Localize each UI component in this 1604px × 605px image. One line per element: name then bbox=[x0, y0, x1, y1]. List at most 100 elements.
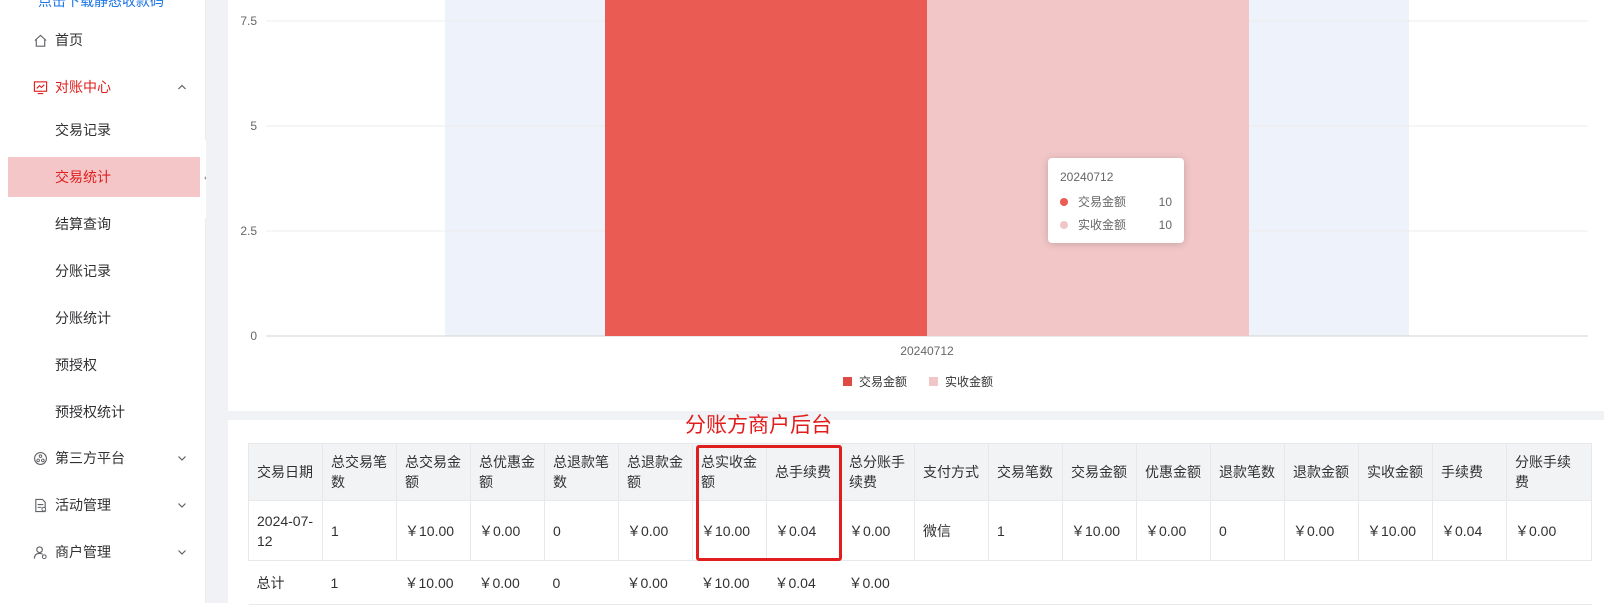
chevron-down-icon bbox=[176, 545, 188, 557]
total-cell bbox=[988, 560, 1063, 605]
tooltip-series-name: 实收金额 bbox=[1078, 218, 1127, 232]
menu-activity[interactable]: 活动管理 bbox=[8, 485, 206, 525]
legend-item[interactable]: 交易金额 bbox=[843, 373, 907, 390]
menu-merchant[interactable]: 商户管理 bbox=[8, 532, 206, 572]
total-cell: ￥0.00 bbox=[618, 560, 693, 605]
menu-merchant-label: 商户管理 bbox=[55, 544, 111, 560]
table-header-row: 交易日期 总交易笔数 总交易金额 总优惠金额 总退款笔数 总退款金额 总实收金额 总手续费 总分… bbox=[248, 443, 1592, 501]
table-cell: ￥0.00 bbox=[1284, 500, 1359, 561]
column-header: 总实收金额 bbox=[692, 443, 767, 501]
table-cell: ￥0.04 bbox=[766, 500, 841, 561]
table-cell: 1 bbox=[322, 500, 397, 561]
table-cell: 1 bbox=[988, 500, 1063, 561]
column-header: 总优惠金额 bbox=[470, 443, 545, 501]
table-cell: 0 bbox=[1210, 500, 1285, 561]
column-header: 总交易笔数 bbox=[322, 443, 397, 501]
column-header: 总手续费 bbox=[766, 443, 841, 501]
column-header: 交易金额 bbox=[1062, 443, 1137, 501]
chart-monitor-icon bbox=[32, 79, 48, 95]
chart-tooltip: 20240712 交易金额 10 实收金额 10 bbox=[1048, 158, 1184, 243]
column-header: 手续费 bbox=[1432, 443, 1507, 501]
legend-item[interactable]: 实收金额 bbox=[929, 373, 993, 390]
y-tick-label: 5 bbox=[250, 119, 257, 133]
column-header: 退款笔数 bbox=[1210, 443, 1285, 501]
sidebar-item-preauth[interactable]: 预授权 bbox=[8, 345, 206, 385]
table-total-row: 总计 1 ￥10.00 ￥0.00 0 ￥0.00 ￥10.00 ￥0.04 ￥0.00 bbox=[248, 560, 1592, 605]
table-cell: ￥0.00 bbox=[618, 500, 693, 561]
column-header: 总交易金额 bbox=[396, 443, 471, 501]
sidebar-item-transaction-records[interactable]: 交易记录 bbox=[8, 110, 206, 150]
sidebar-item-split-stats[interactable]: 分账统计 bbox=[8, 298, 206, 338]
total-cell bbox=[914, 560, 989, 605]
total-cell: 1 bbox=[322, 560, 397, 605]
series-dot-icon bbox=[1060, 220, 1068, 229]
column-header: 分账手续费 bbox=[1506, 443, 1592, 501]
total-cell bbox=[1506, 560, 1592, 605]
column-header: 优惠金额 bbox=[1136, 443, 1211, 501]
table-cell: ￥10.00 bbox=[1062, 500, 1137, 561]
total-cell: ￥10.00 bbox=[692, 560, 767, 605]
total-cell bbox=[1284, 560, 1359, 605]
legend-swatch bbox=[843, 377, 852, 386]
total-cell: ￥10.00 bbox=[396, 560, 471, 605]
menu-home[interactable]: 首页 bbox=[8, 20, 206, 60]
menu-third-party[interactable]: 第三方平台 bbox=[8, 438, 206, 478]
total-cell bbox=[1136, 560, 1211, 605]
total-cell bbox=[1210, 560, 1285, 605]
chevron-down-icon bbox=[176, 498, 188, 510]
sidebar-item-preauth-stats[interactable]: 预授权统计 bbox=[8, 392, 206, 432]
transaction-bar-chart: 0 2.5 5 7.5 20240712 bbox=[240, 0, 1588, 358]
total-cell: 0 bbox=[544, 560, 619, 605]
table-row: 2024-07-12 1 ￥10.00 ￥0.00 0 ￥0.00 ￥10.00 ￥0.04 ￥… bbox=[248, 500, 1592, 561]
menu-third-party-label: 第三方平台 bbox=[55, 450, 125, 466]
table-cell: ￥10.00 bbox=[396, 500, 471, 561]
total-cell bbox=[1062, 560, 1137, 605]
x-tick-label: 20240712 bbox=[900, 344, 954, 358]
total-cell: ￥0.04 bbox=[766, 560, 841, 605]
total-cell: ￥0.00 bbox=[470, 560, 545, 605]
stats-table: 交易日期 总交易笔数 总交易金额 总优惠金额 总退款笔数 总退款金额 总实收金额 总手续费 总分… bbox=[248, 443, 1592, 605]
annotation-label: 分账方商户后台 bbox=[685, 414, 832, 437]
tooltip-series-value: 10 bbox=[1158, 194, 1172, 209]
column-header: 退款金额 bbox=[1284, 443, 1359, 501]
sidebar-item-split-records[interactable]: 分账记录 bbox=[8, 251, 206, 291]
bar-transaction-amount bbox=[605, 0, 927, 336]
column-header: 总退款金额 bbox=[618, 443, 693, 501]
user-settings-icon bbox=[32, 544, 48, 560]
column-header: 交易日期 bbox=[248, 443, 323, 501]
y-tick-label: 0 bbox=[250, 329, 257, 343]
table-cell: ￥10.00 bbox=[1358, 500, 1433, 561]
menu-home-label: 首页 bbox=[55, 32, 83, 48]
y-tick-label: 7.5 bbox=[240, 14, 257, 28]
table-cell: ￥0.00 bbox=[470, 500, 545, 561]
sidebar-item-transaction-stats[interactable]: 交易统计 bbox=[8, 157, 206, 197]
total-cell: 总计 bbox=[248, 560, 323, 605]
chart-legend: 交易金额 实收金额 bbox=[843, 373, 1015, 390]
table-cell: 2024-07-12 bbox=[248, 500, 323, 561]
tooltip-series-value: 10 bbox=[1158, 217, 1172, 232]
menu-reconciliation[interactable]: 对账中心 bbox=[8, 67, 206, 107]
table-cell: ￥10.00 bbox=[692, 500, 767, 561]
table-cell: ￥0.00 bbox=[840, 500, 915, 561]
column-header: 支付方式 bbox=[914, 443, 989, 501]
column-header: 总退款笔数 bbox=[544, 443, 619, 501]
total-cell bbox=[1358, 560, 1433, 605]
legend-label: 交易金额 bbox=[859, 375, 908, 389]
legend-label: 实收金额 bbox=[945, 375, 994, 389]
sidebar: 点击下载静态收款码 首页 对账中心 交易记录 交易统计 结算查询 分账记录 分账… bbox=[0, 0, 206, 603]
table-cell: ￥0.00 bbox=[1506, 500, 1592, 561]
column-header: 实收金额 bbox=[1358, 443, 1433, 501]
tooltip-series-name: 交易金额 bbox=[1078, 195, 1127, 209]
total-cell: ￥0.00 bbox=[840, 560, 915, 605]
chart-panel: 0 2.5 5 7.5 20240712 bbox=[228, 0, 1604, 411]
table-cell: 0 bbox=[544, 500, 619, 561]
tooltip-row: 交易金额 10 bbox=[1060, 193, 1172, 210]
legend-swatch bbox=[929, 377, 939, 386]
column-header: 总分账手续费 bbox=[840, 443, 915, 501]
download-qr-link[interactable]: 点击下载静态收款码 bbox=[38, 0, 164, 11]
total-cell bbox=[1432, 560, 1507, 605]
sidebar-item-settlement-query[interactable]: 结算查询 bbox=[8, 204, 206, 244]
table-cell: 微信 bbox=[914, 500, 989, 561]
platform-icon bbox=[32, 450, 48, 466]
home-icon bbox=[32, 32, 48, 48]
